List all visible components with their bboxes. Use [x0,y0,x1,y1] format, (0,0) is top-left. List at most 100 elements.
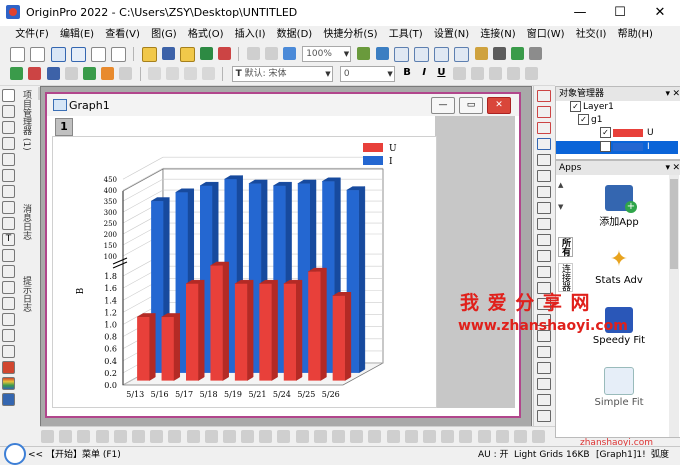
menu-social[interactable]: 社交(I) [572,26,611,44]
scale-in-icon[interactable] [2,153,15,166]
tree-row-u[interactable]: ✓ U [556,127,680,140]
import-icon[interactable] [200,47,214,60]
new-notes-icon[interactable] [111,47,127,62]
script-window-icon[interactable] [510,47,524,60]
app-simple-fit[interactable]: Simple Fit [574,367,664,408]
menu-format[interactable]: 格式(O) [184,26,228,44]
timestamp-icon[interactable] [537,218,551,230]
front-icon[interactable] [537,346,551,358]
superscript-icon[interactable] [452,67,466,80]
mask-icon[interactable] [2,201,15,214]
layer-contents-icon[interactable] [393,47,409,62]
menu-connect[interactable]: 连接(N) [476,26,519,44]
line-color-icon[interactable] [46,67,60,80]
copy-icon[interactable] [165,67,179,80]
histogram-icon[interactable] [168,430,182,443]
greek-icon[interactable] [488,67,502,80]
graph-close-button[interactable]: ✕ [487,97,511,114]
zoom-pan-icon[interactable] [2,121,15,134]
new-project-icon[interactable] [10,47,26,62]
table-tool-icon[interactable] [537,186,551,198]
draw-data-icon[interactable] [2,217,15,230]
color-scale-icon[interactable] [2,361,15,374]
pattern-icon[interactable] [64,67,78,80]
plot-setup-icon[interactable] [413,47,429,62]
maximize-button[interactable]: ☐ [600,0,640,26]
line-symbol-icon[interactable] [77,430,91,443]
underline-button[interactable]: U [435,66,447,80]
menu-insert[interactable]: 插入(I) [231,26,270,44]
graph-restore-button[interactable]: ▭ [459,97,483,114]
paste-format-icon[interactable] [119,67,133,80]
add-layer-icon[interactable] [357,47,371,60]
radar-icon[interactable] [441,430,455,443]
bold-button[interactable]: B [401,66,413,80]
tab-project-explorer[interactable]: 项目管理器 (1) [19,90,33,190]
data-reader-icon[interactable] [2,169,15,182]
add-axis-icon[interactable] [537,122,551,134]
graph-window[interactable]: Graph1 — ▭ ✕ 1 0.0 0.2 0.4 0.6 0.8 1.0 1.2 1.4 1… [45,92,521,418]
menu-graph[interactable]: 图(G) [147,26,181,44]
recalculate-icon[interactable] [218,47,232,60]
scale-icon[interactable] [2,137,15,150]
extract-layers-icon[interactable] [454,47,470,62]
checkbox[interactable]: ✓ [578,114,589,125]
smith-icon[interactable] [422,430,436,443]
font-size-select[interactable]: 0 ▼ [339,66,395,82]
add-xy-scale-icon[interactable] [537,138,551,150]
region-tool-icon[interactable] [2,313,15,326]
layer-number-badge[interactable]: 1 [55,118,73,136]
line-tool-icon[interactable] [2,281,15,294]
back-icon[interactable] [537,362,551,374]
matrix-plot-icon[interactable] [477,430,491,443]
image-plot-icon[interactable] [404,430,418,443]
menu-settings[interactable]: 设置(N) [430,26,473,44]
area-plot-icon[interactable] [131,430,145,443]
copy-format-icon[interactable] [101,67,115,80]
menu-view[interactable]: 查看(V) [101,26,144,44]
tree-row-i-selected[interactable]: ✓ I [556,141,678,154]
3d-plot-icon[interactable] [222,430,236,443]
ternary-icon[interactable] [277,430,291,443]
subscript-icon[interactable] [470,67,484,80]
rescale-icon[interactable] [375,47,389,60]
box-chart-icon[interactable] [186,430,200,443]
menu-window[interactable]: 窗口(W) [523,26,569,44]
status-start-menu[interactable]: 【开始】菜单 (F1) [46,447,121,463]
speedmode-icon[interactable] [537,234,551,246]
bar-plot-icon[interactable] [113,430,127,443]
surface-icon[interactable] [368,430,382,443]
graph-minimize-button[interactable]: — [431,97,455,114]
close-icon[interactable]: ✕ [672,161,680,175]
tree-row-layer1[interactable]: ✓ Layer1 [556,101,680,114]
bar-chart-3d[interactable]: 0.0 0.2 0.4 0.6 0.8 1.0 1.2 1.4 1.6 1.8 100 150 200 2… [53,137,436,407]
pin-icon[interactable]: ▾ [665,161,670,175]
copy-page-icon[interactable] [264,47,278,60]
enlarge-icon[interactable] [537,250,551,262]
open-template-icon[interactable] [179,47,195,62]
tab-message-log[interactable]: 消息日志 [19,204,33,264]
contour-icon[interactable] [204,430,218,443]
tree-row-g1[interactable]: ✓ g1 [556,114,680,127]
rotate-icon[interactable] [537,378,551,390]
new-legend-icon[interactable] [537,154,551,166]
close-icon[interactable]: ✕ [672,87,680,101]
zoom-icon[interactable] [2,105,15,118]
scroll-down-icon[interactable]: ▼ [558,203,570,211]
paste-icon[interactable] [184,67,198,80]
column-plot-icon[interactable] [95,430,109,443]
menu-edit[interactable]: 编辑(E) [56,26,98,44]
code-builder-icon[interactable] [474,47,488,60]
flip-icon[interactable] [537,394,551,406]
tab-hint-log[interactable]: 提示日志 [19,276,33,336]
scrollbar-thumb[interactable] [670,179,678,269]
insert-equation-icon[interactable] [2,345,15,358]
apply-style-icon[interactable] [82,67,96,80]
new-matrix-icon[interactable] [90,47,106,62]
date-tool-icon[interactable] [537,202,551,214]
pointer-icon[interactable] [2,89,15,102]
line-plot-icon[interactable] [41,430,54,443]
new-folder-icon[interactable] [30,47,46,62]
font-larger-icon[interactable] [507,67,521,80]
close-button[interactable]: ✕ [640,0,680,26]
